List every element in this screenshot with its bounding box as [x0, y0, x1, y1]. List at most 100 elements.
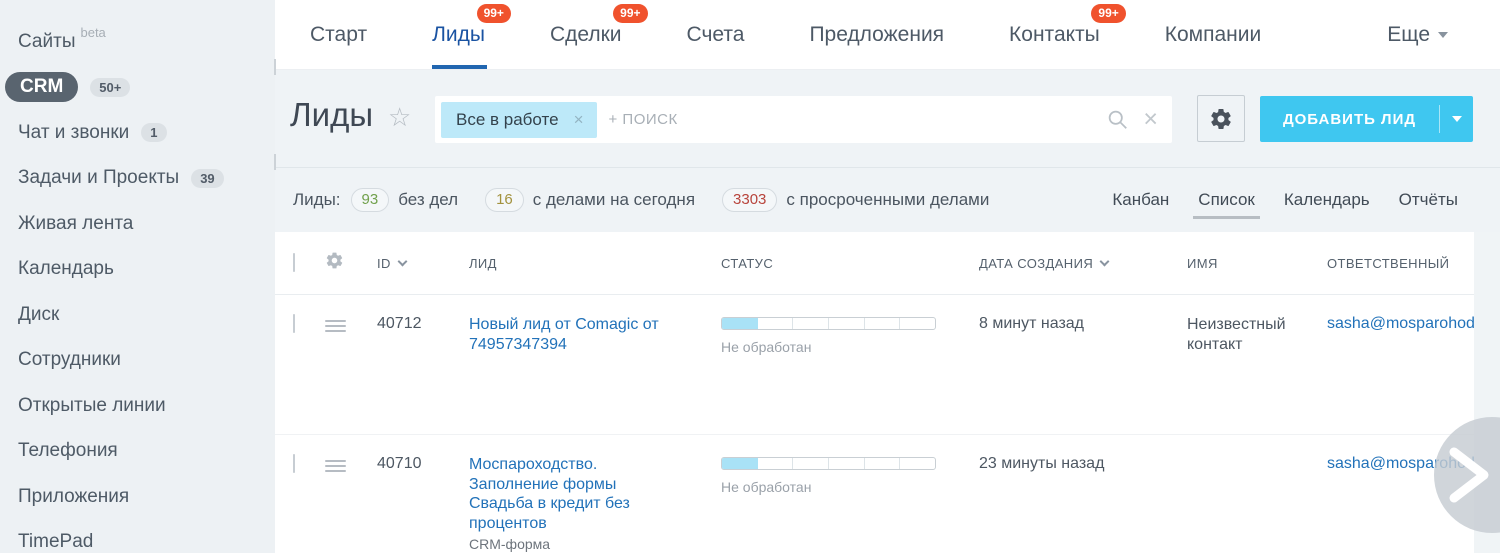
- sidebar-item-telephony[interactable]: Телефония: [0, 429, 275, 475]
- sidebar-item-timepad[interactable]: TimePad: [0, 520, 275, 553]
- counter-badge: 1: [141, 123, 166, 142]
- row-checkbox[interactable]: [293, 314, 295, 333]
- nav-item-label: Старт: [310, 23, 367, 47]
- sidebar-item-label: Приложения: [18, 486, 129, 508]
- nav-item-quotes[interactable]: Предложения: [809, 0, 944, 69]
- view-tab-kanban[interactable]: Канбан: [1110, 167, 1171, 232]
- view-tab-label: Отчёты: [1399, 190, 1458, 210]
- sort-chevron-icon: [397, 256, 407, 266]
- notification-badge: 99+: [1091, 4, 1125, 23]
- view-tab-label: Список: [1198, 190, 1255, 210]
- lead-title-link[interactable]: Моспароходство. Заполнение формы Свадьба…: [469, 455, 630, 533]
- column-header-name: ИМЯ: [1187, 256, 1327, 271]
- sidebar-item-label: Сотрудники: [18, 349, 121, 371]
- view-tab-list[interactable]: Список: [1196, 167, 1257, 232]
- column-header-label: ДАТА СОЗДАНИЯ: [979, 256, 1093, 271]
- table-row: 40710 Моспароходство. Заполнение формы С…: [275, 435, 1500, 553]
- nav-item-invoices[interactable]: Счета: [687, 0, 745, 69]
- counter-label: с просроченными делами: [786, 190, 989, 210]
- nav-item-label: Предложения: [809, 23, 944, 47]
- page-title: Лиды: [290, 96, 373, 134]
- sidebar-item-chat-calls[interactable]: Чат и звонки 1: [0, 110, 275, 156]
- lead-source-note: CRM-форма: [469, 536, 721, 552]
- crm-app: Сайты beta CRM 50+ Чат и звонки 1 Задачи…: [0, 0, 1500, 553]
- lead-id: 40710: [369, 455, 469, 473]
- sidebar-item-sites[interactable]: Сайты beta: [0, 19, 275, 65]
- search-icon[interactable]: [1107, 109, 1128, 130]
- nav-item-deals[interactable]: Сделки 99+: [550, 0, 622, 69]
- sidebar-item-label: Чат и звонки: [18, 122, 129, 144]
- sidebar-item-label: Открытые линии: [18, 395, 166, 417]
- lead-title-link[interactable]: Новый лид от Comagic от 74957347394: [469, 315, 659, 354]
- row-menu-icon[interactable]: [325, 320, 346, 332]
- sidebar-item-label: Телефония: [18, 440, 118, 462]
- view-tab-calendar[interactable]: Календарь: [1282, 167, 1372, 232]
- counter-today-activities[interactable]: 16: [485, 188, 524, 212]
- row-menu-icon[interactable]: [325, 460, 346, 472]
- filter-chip[interactable]: Все в работе ×: [441, 102, 597, 138]
- sidebar-item-employees[interactable]: Сотрудники: [0, 338, 275, 384]
- add-lead-button[interactable]: ДОБАВИТЬ ЛИД: [1260, 96, 1473, 142]
- sidebar-item-label: Календарь: [18, 258, 114, 280]
- column-header-lead: ЛИД: [469, 256, 721, 271]
- gear-icon: [1209, 107, 1233, 131]
- add-lead-button-label: ДОБАВИТЬ ЛИД: [1260, 111, 1439, 128]
- view-switcher: Канбан Список Календарь Отчёты: [1110, 167, 1460, 232]
- sidebar-item-label: Сайты: [18, 31, 75, 53]
- counter-overdue-activities[interactable]: 3303: [722, 188, 777, 212]
- beta-tag: beta: [80, 25, 105, 40]
- view-tab-reports[interactable]: Отчёты: [1397, 167, 1460, 232]
- notification-badge: 99+: [477, 4, 511, 23]
- counter-label: без дел: [398, 190, 458, 210]
- view-tab-label: Календарь: [1284, 190, 1370, 210]
- nav-item-label: Лиды: [432, 23, 485, 47]
- lead-status-label: Не обработан: [721, 339, 979, 355]
- column-header-created[interactable]: ДАТА СОЗДАНИЯ: [979, 256, 1187, 271]
- sidebar-resize-handle[interactable]: [274, 59, 276, 75]
- column-header-label: ОТВЕТСТВЕННЫЙ: [1327, 256, 1449, 271]
- sidebar-item-crm[interactable]: CRM 50+: [0, 65, 275, 111]
- counters-prefix: Лиды:: [293, 190, 341, 210]
- sidebar-active-item-pill: CRM: [5, 72, 78, 102]
- row-checkbox[interactable]: [293, 454, 295, 473]
- counter-badge: 39: [191, 169, 223, 188]
- nav-item-leads[interactable]: Лиды 99+: [432, 0, 485, 69]
- sidebar-item-calendar[interactable]: Календарь: [0, 247, 275, 293]
- lead-status-label: Не обработан: [721, 479, 979, 495]
- favorite-star-icon[interactable]: ☆: [388, 102, 411, 133]
- grid-settings-button[interactable]: [1197, 95, 1245, 142]
- nav-item-companies[interactable]: Компании: [1165, 0, 1261, 69]
- column-settings-gear-icon[interactable]: [325, 251, 344, 270]
- column-header-label: СТАТУС: [721, 256, 773, 271]
- sidebar: Сайты beta CRM 50+ Чат и звонки 1 Задачи…: [0, 0, 275, 553]
- filter-search-box[interactable]: Все в работе × ×: [435, 96, 1172, 143]
- counter-no-activities[interactable]: 93: [351, 188, 390, 212]
- sidebar-item-feed[interactable]: Живая лента: [0, 201, 275, 247]
- nav-item-more[interactable]: Еще: [1387, 0, 1448, 69]
- sidebar-item-apps[interactable]: Приложения: [0, 474, 275, 520]
- sidebar-item-open-lines[interactable]: Открытые линии: [0, 383, 275, 429]
- lead-contact-name: Неизвестный контакт: [1187, 315, 1327, 354]
- chevron-down-icon: [1452, 116, 1462, 122]
- lead-status-progress[interactable]: [721, 317, 936, 330]
- nav-item-contacts[interactable]: Контакты 99+: [1009, 0, 1100, 69]
- column-header-label: ИМЯ: [1187, 256, 1218, 271]
- column-header-id[interactable]: ID: [369, 256, 469, 271]
- table-header-row: ID ЛИД СТАТУС ДАТА СОЗДАНИЯ ИМЯ ОТВЕТСТВ…: [275, 232, 1500, 295]
- sidebar-resize-handle[interactable]: [274, 154, 276, 170]
- lead-status-progress[interactable]: [721, 457, 936, 470]
- table-row: 40712 Новый лид от Comagic от 7495734739…: [275, 295, 1500, 435]
- counter-badge: 50+: [90, 78, 130, 97]
- column-header-label: ЛИД: [469, 256, 497, 271]
- filter-chip-remove-icon[interactable]: ×: [574, 110, 584, 130]
- responsible-link[interactable]: sasha@mosparohods: [1327, 315, 1483, 333]
- clear-search-icon[interactable]: ×: [1143, 107, 1158, 132]
- search-input[interactable]: [609, 111, 1108, 128]
- nav-item-label: Счета: [687, 23, 745, 47]
- sidebar-item-tasks-projects[interactable]: Задачи и Проекты 39: [0, 156, 275, 202]
- sidebar-item-disk[interactable]: Диск: [0, 292, 275, 338]
- select-all-checkbox[interactable]: [293, 253, 295, 272]
- search-actions: ×: [1107, 107, 1158, 132]
- add-lead-dropdown-button[interactable]: [1440, 116, 1473, 122]
- nav-item-start[interactable]: Старт: [310, 0, 367, 69]
